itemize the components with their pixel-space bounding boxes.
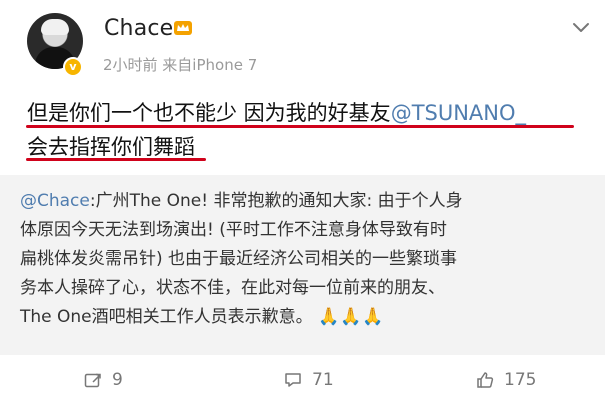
repost-line-5: The One酒吧相关工作人员表示歉意。 🙏🙏🙏	[20, 303, 595, 332]
post-line-2-text: 会去指挥你们舞蹈	[27, 135, 195, 159]
action-bar: 9 71 175	[0, 355, 605, 403]
repost-card[interactable]: @Chace:广州The One! 非常抱歉的通知大家: 由于个人身 体原因今天…	[0, 175, 605, 355]
like-button[interactable]: 175	[476, 369, 536, 391]
repost-icon	[84, 373, 101, 388]
post-meta: 2小时前 来自iPhone 7	[103, 56, 258, 74]
mention-link[interactable]: @TSUNANO_	[391, 101, 526, 125]
repost-line-2: 体原因今天无法到场演出! (平时工作不注意身体导致有时	[20, 220, 447, 240]
comment-icon	[285, 373, 301, 387]
repost-count: 9	[112, 370, 123, 390]
highlight-underline	[26, 125, 574, 128]
post-text: 但是你们一个也不能少 因为我的好基友@TSUNANO_ 会去指挥你们舞蹈	[27, 96, 587, 164]
repost-line-4: 务本人操碎了心，状态不佳，在此对每一位前来的朋友、	[20, 278, 445, 298]
post-header: v Chace 2小时前 来自iPhone 7	[0, 0, 605, 88]
thumbs-up-icon	[477, 372, 494, 388]
crown-icon	[174, 21, 192, 35]
like-count: 175	[504, 370, 537, 390]
repost-mention-link[interactable]: @Chace	[20, 191, 90, 211]
comment-button[interactable]: 71	[284, 369, 334, 391]
verified-badge-icon: v	[63, 57, 83, 77]
repost-line-3: 扁桃体发炎需吊针) 也由于最近经济公司相关的一些繁琐事	[20, 249, 458, 269]
avatar-hair	[41, 19, 69, 35]
chevron-down-icon[interactable]	[572, 22, 590, 34]
highlight-underline	[26, 158, 206, 161]
repost-line-1: @Chace:广州The One! 非常抱歉的通知大家: 由于个人身	[20, 187, 595, 216]
username[interactable]: Chace	[104, 16, 173, 41]
post-line-1-text: 但是你们一个也不能少 因为我的好基友	[27, 101, 391, 125]
prayer-icons: 🙏🙏🙏	[318, 307, 385, 327]
repost-text: @Chace:广州The One! 非常抱歉的通知大家: 由于个人身 体原因今天…	[20, 187, 595, 332]
repost-line-1-text: :广州The One! 非常抱歉的通知大家: 由于个人身	[89, 191, 463, 211]
repost-button[interactable]: 9	[84, 369, 123, 391]
comment-count: 71	[312, 370, 334, 390]
repost-line-5-text: The One酒吧相关工作人员表示歉意。	[20, 307, 313, 327]
